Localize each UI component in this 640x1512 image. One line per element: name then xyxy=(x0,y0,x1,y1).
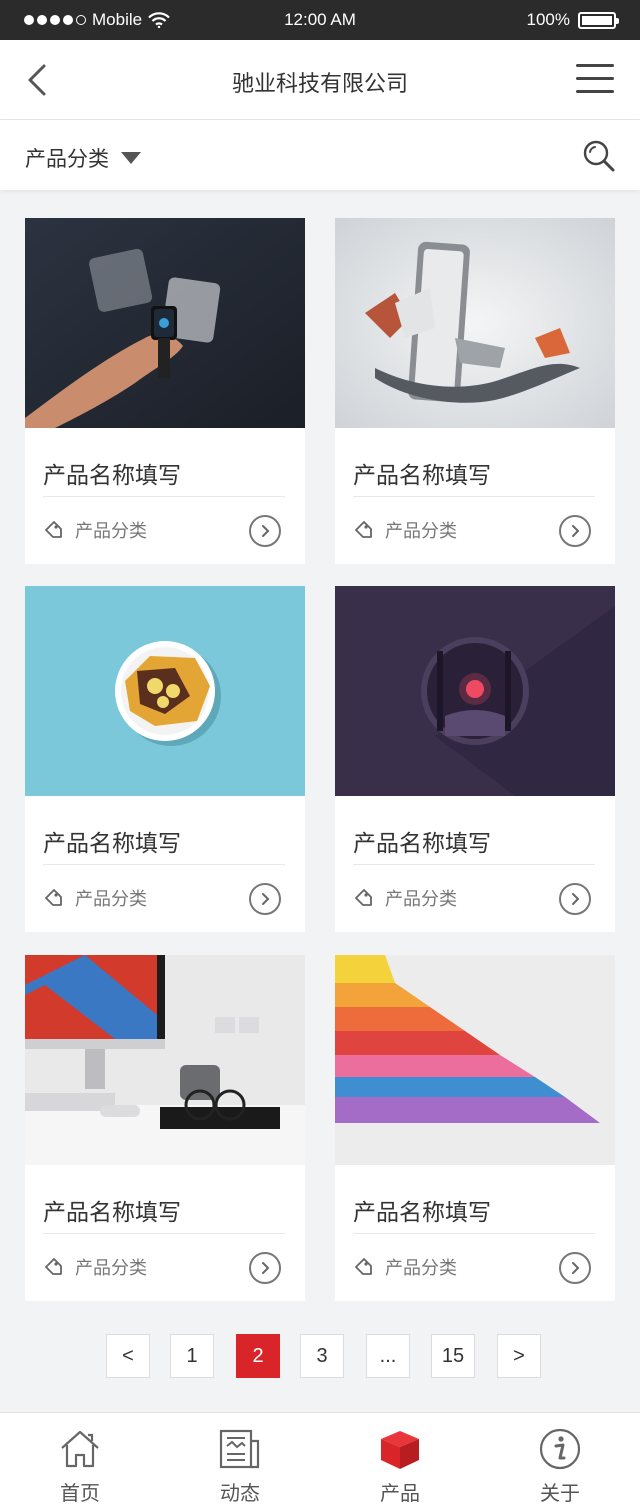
product-image-forest[interactable] xyxy=(335,586,615,796)
home-icon xyxy=(61,1430,99,1468)
product-category: 产品分类 xyxy=(43,517,147,543)
page-button-2-current[interactable]: 2 xyxy=(236,1334,280,1378)
product-name[interactable]: 产品名称填写 xyxy=(43,456,181,490)
product-category: 产品分类 xyxy=(353,517,457,543)
tab-about[interactable]: 关于 xyxy=(480,1413,640,1512)
divider xyxy=(353,1233,595,1234)
caret-down-icon xyxy=(121,152,141,164)
page-button-15[interactable]: 15 xyxy=(431,1334,475,1378)
product-category: 产品分类 xyxy=(353,1254,457,1280)
app-header: 驰业科技有限公司 xyxy=(0,40,640,120)
battery-icon xyxy=(578,11,619,29)
tag-icon xyxy=(45,889,62,906)
filter-bar: 产品分类 xyxy=(0,120,640,190)
tab-news-label: 动态 xyxy=(220,1483,260,1505)
chevron-right-icon xyxy=(572,893,579,905)
product-card[interactable]: 产品名称填写 产品分类 xyxy=(25,586,305,932)
product-detail-button[interactable] xyxy=(559,515,591,547)
menu-button[interactable] xyxy=(576,64,614,96)
hamburger-line xyxy=(576,90,614,93)
tag-icon xyxy=(355,1258,372,1275)
product-detail-button[interactable] xyxy=(559,883,591,915)
product-name[interactable]: 产品名称填写 xyxy=(43,1193,181,1227)
divider xyxy=(43,496,285,497)
tab-products-label: 产品 xyxy=(380,1483,420,1505)
product-name[interactable]: 产品名称填写 xyxy=(353,824,491,858)
battery-status: 100% xyxy=(526,10,619,30)
bottom-tab-bar: 首页 动态 产品 关于 xyxy=(0,1412,640,1512)
product-category: 产品分类 xyxy=(353,885,457,911)
divider xyxy=(43,1233,285,1234)
chevron-right-icon xyxy=(262,525,269,537)
product-image-smartwatch[interactable] xyxy=(25,218,305,428)
tab-home-label: 首页 xyxy=(60,1483,100,1505)
tab-about-label: 关于 xyxy=(540,1483,580,1505)
product-detail-button[interactable] xyxy=(249,1252,281,1284)
product-image-desk[interactable] xyxy=(25,955,305,1165)
tab-home[interactable]: 首页 xyxy=(0,1413,160,1512)
hamburger-line xyxy=(576,77,614,80)
info-icon xyxy=(539,1428,581,1470)
next-page-button[interactable]: > xyxy=(497,1334,541,1378)
product-category-label: 产品分类 xyxy=(75,521,147,541)
product-card[interactable]: 产品名称填写 产品分类 xyxy=(25,955,305,1301)
pagination: < 1 2 3 ... 15 > xyxy=(0,1334,640,1378)
product-image-phone[interactable] xyxy=(335,218,615,428)
page-title: 驰业科技有限公司 xyxy=(231,71,408,96)
page-ellipsis: ... xyxy=(366,1334,410,1378)
product-category-label: 产品分类 xyxy=(385,889,457,909)
product-category-label: 产品分类 xyxy=(75,889,147,909)
tag-icon xyxy=(45,521,62,538)
product-detail-button[interactable] xyxy=(249,515,281,547)
prev-page-button[interactable]: < xyxy=(106,1334,150,1378)
product-image-waffle[interactable] xyxy=(25,586,305,796)
product-image-paper[interactable] xyxy=(335,955,615,1165)
product-name[interactable]: 产品名称填写 xyxy=(353,456,491,490)
product-card[interactable]: 产品名称填写 产品分类 xyxy=(335,586,615,932)
product-category-label: 产品分类 xyxy=(385,1258,457,1278)
hamburger-line xyxy=(576,64,614,67)
product-box-icon xyxy=(381,1431,419,1469)
product-name[interactable]: 产品名称填写 xyxy=(353,1193,491,1227)
status-bar: Mobile 12:00 AM 100% xyxy=(0,0,640,40)
search-icon xyxy=(583,140,615,172)
page-button-3[interactable]: 3 xyxy=(300,1334,344,1378)
product-category-label: 产品分类 xyxy=(385,521,457,541)
category-dropdown[interactable]: 产品分类 xyxy=(25,143,141,173)
chevron-right-icon xyxy=(262,893,269,905)
tag-icon xyxy=(355,521,372,538)
divider xyxy=(43,864,285,865)
page-button-1[interactable]: 1 xyxy=(170,1334,214,1378)
category-dropdown-label: 产品分类 xyxy=(25,148,109,171)
product-category: 产品分类 xyxy=(43,1254,147,1280)
product-card[interactable]: 产品名称填写 产品分类 xyxy=(335,218,615,564)
product-card[interactable]: 产品名称填写 产品分类 xyxy=(25,218,305,564)
tab-news[interactable]: 动态 xyxy=(160,1413,320,1512)
divider xyxy=(353,864,595,865)
product-card[interactable]: 产品名称填写 产品分类 xyxy=(335,955,615,1301)
chevron-right-icon xyxy=(262,1262,269,1274)
tag-icon xyxy=(45,1258,62,1275)
product-name[interactable]: 产品名称填写 xyxy=(43,824,181,858)
chevron-right-icon xyxy=(572,525,579,537)
tag-icon xyxy=(355,889,372,906)
product-detail-button[interactable] xyxy=(559,1252,591,1284)
tab-products[interactable]: 产品 xyxy=(320,1413,480,1512)
product-category-label: 产品分类 xyxy=(75,1258,147,1278)
news-icon xyxy=(219,1429,260,1469)
battery-percent: 100% xyxy=(526,10,570,29)
product-detail-button[interactable] xyxy=(249,883,281,915)
divider xyxy=(353,496,595,497)
search-button[interactable] xyxy=(582,139,616,173)
product-category: 产品分类 xyxy=(43,885,147,911)
chevron-right-icon xyxy=(572,1262,579,1274)
